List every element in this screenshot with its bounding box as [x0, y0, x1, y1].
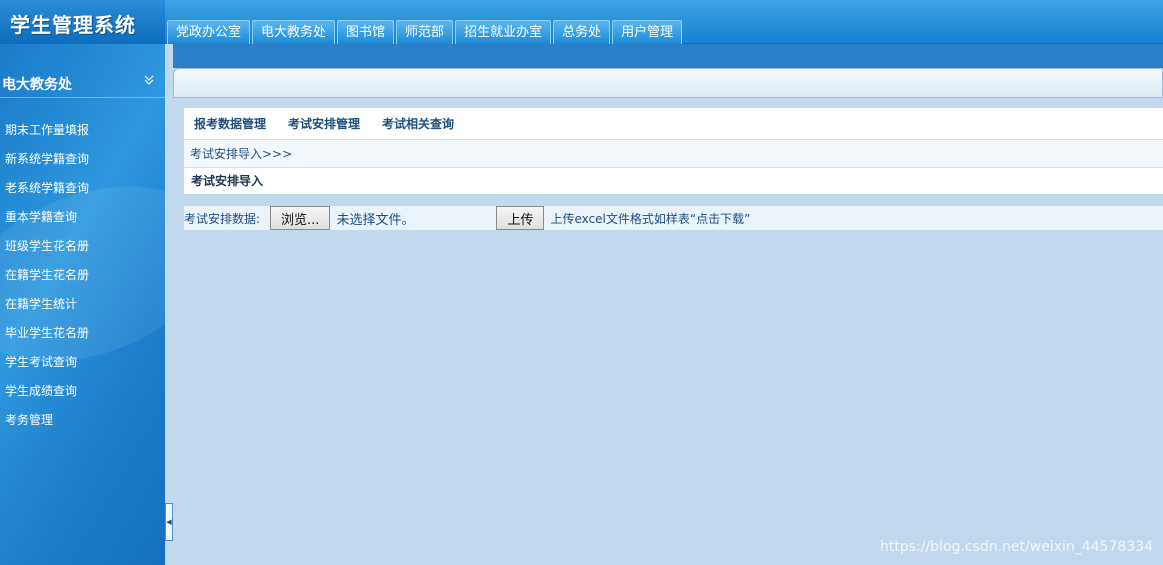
topnav-tab-party-office[interactable]: 党政办公室 [167, 20, 251, 44]
sidebar-item-key-registry[interactable]: 重本学籍查询 [0, 203, 165, 232]
upload-hint: 上传excel文件格式如样表“点击下载” [550, 211, 751, 226]
subtab-registration-data[interactable]: 报考数据管理 [194, 115, 266, 132]
upload-button[interactable]: 上传 [496, 206, 545, 230]
chevron-double-down-icon[interactable] [143, 74, 155, 89]
sidebar-item-exam-query[interactable]: 学生考试查询 [0, 348, 165, 377]
sidebar-item-enrolled-roster[interactable]: 在籍学生花名册 [0, 261, 165, 290]
sidebar-item-workload[interactable]: 期末工作量填报 [0, 116, 165, 145]
sidebar-item-old-registry[interactable]: 老系统学籍查询 [0, 174, 165, 203]
sidebar-item-score-query[interactable]: 学生成绩查询 [0, 377, 165, 406]
sidebar-collapse-handle[interactable]: ◀ [165, 503, 173, 541]
sidebar-divider [165, 44, 173, 565]
watermark: https://blog.csdn.net/weixin_44578334 [879, 539, 1153, 555]
sidebar-title: 电大教务处 [2, 77, 72, 93]
breadcrumb: 考试安排导入>>> [184, 140, 1163, 168]
topnav-tab-academic-affairs[interactable]: 电大教务处 [252, 20, 336, 44]
file-status-text: 未选择文件。 [336, 212, 415, 228]
sidebar: 电大教务处 期末工作量填报 新系统学籍查询 老系统学籍查询 重本学籍查询 班级学… [0, 44, 165, 565]
topnav-tab-general-affairs[interactable]: 总务处 [553, 20, 611, 44]
main-header-bar [173, 68, 1163, 98]
arrow-left-icon: ◀ [166, 518, 172, 526]
app-logo: 学生管理系统 [0, 0, 165, 44]
sidebar-menu: 期末工作量填报 新系统学籍查询 老系统学籍查询 重本学籍查询 班级学生花名册 在… [0, 116, 165, 435]
subtab-bar: 报考数据管理 考试安排管理 考试相关查询 [184, 108, 1163, 140]
top-header: 学生管理系统 党政办公室 电大教务处 图书馆 师范部 招生就业办室 总务处 用户… [0, 0, 1163, 44]
subtab-exam-query[interactable]: 考试相关查询 [382, 115, 454, 132]
section-title: 考试安排导入 [184, 168, 1163, 194]
header-band [0, 44, 1163, 68]
top-nav: 党政办公室 电大教务处 图书馆 师范部 招生就业办室 总务处 用户管理 [167, 20, 684, 44]
sidebar-item-exam-admin[interactable]: 考务管理 [0, 406, 165, 435]
import-field-label: 考试安排数据: [184, 211, 261, 226]
topnav-tab-user-management[interactable]: 用户管理 [612, 20, 683, 44]
topnav-tab-library[interactable]: 图书馆 [337, 20, 395, 44]
sidebar-item-new-registry[interactable]: 新系统学籍查询 [0, 145, 165, 174]
sidebar-item-enrolled-stats[interactable]: 在籍学生统计 [0, 290, 165, 319]
browse-button[interactable]: 浏览... [270, 206, 331, 230]
import-form-row: 考试安排数据: 浏览... 未选择文件。 上传 上传excel文件格式如样表“点… [184, 206, 1163, 230]
sidebar-header: 电大教务处 [0, 68, 165, 98]
topnav-tab-admissions[interactable]: 招生就业办室 [455, 20, 552, 44]
main-content: 报考数据管理 考试安排管理 考试相关查询 考试安排导入>>> 考试安排导入 考试… [173, 68, 1163, 565]
sidebar-item-graduate-roster[interactable]: 毕业学生花名册 [0, 319, 165, 348]
sidebar-item-class-roster[interactable]: 班级学生花名册 [0, 232, 165, 261]
subtab-exam-arrangement[interactable]: 考试安排管理 [288, 115, 360, 132]
topnav-tab-normal-dept[interactable]: 师范部 [396, 20, 454, 44]
app-title: 学生管理系统 [10, 13, 136, 37]
